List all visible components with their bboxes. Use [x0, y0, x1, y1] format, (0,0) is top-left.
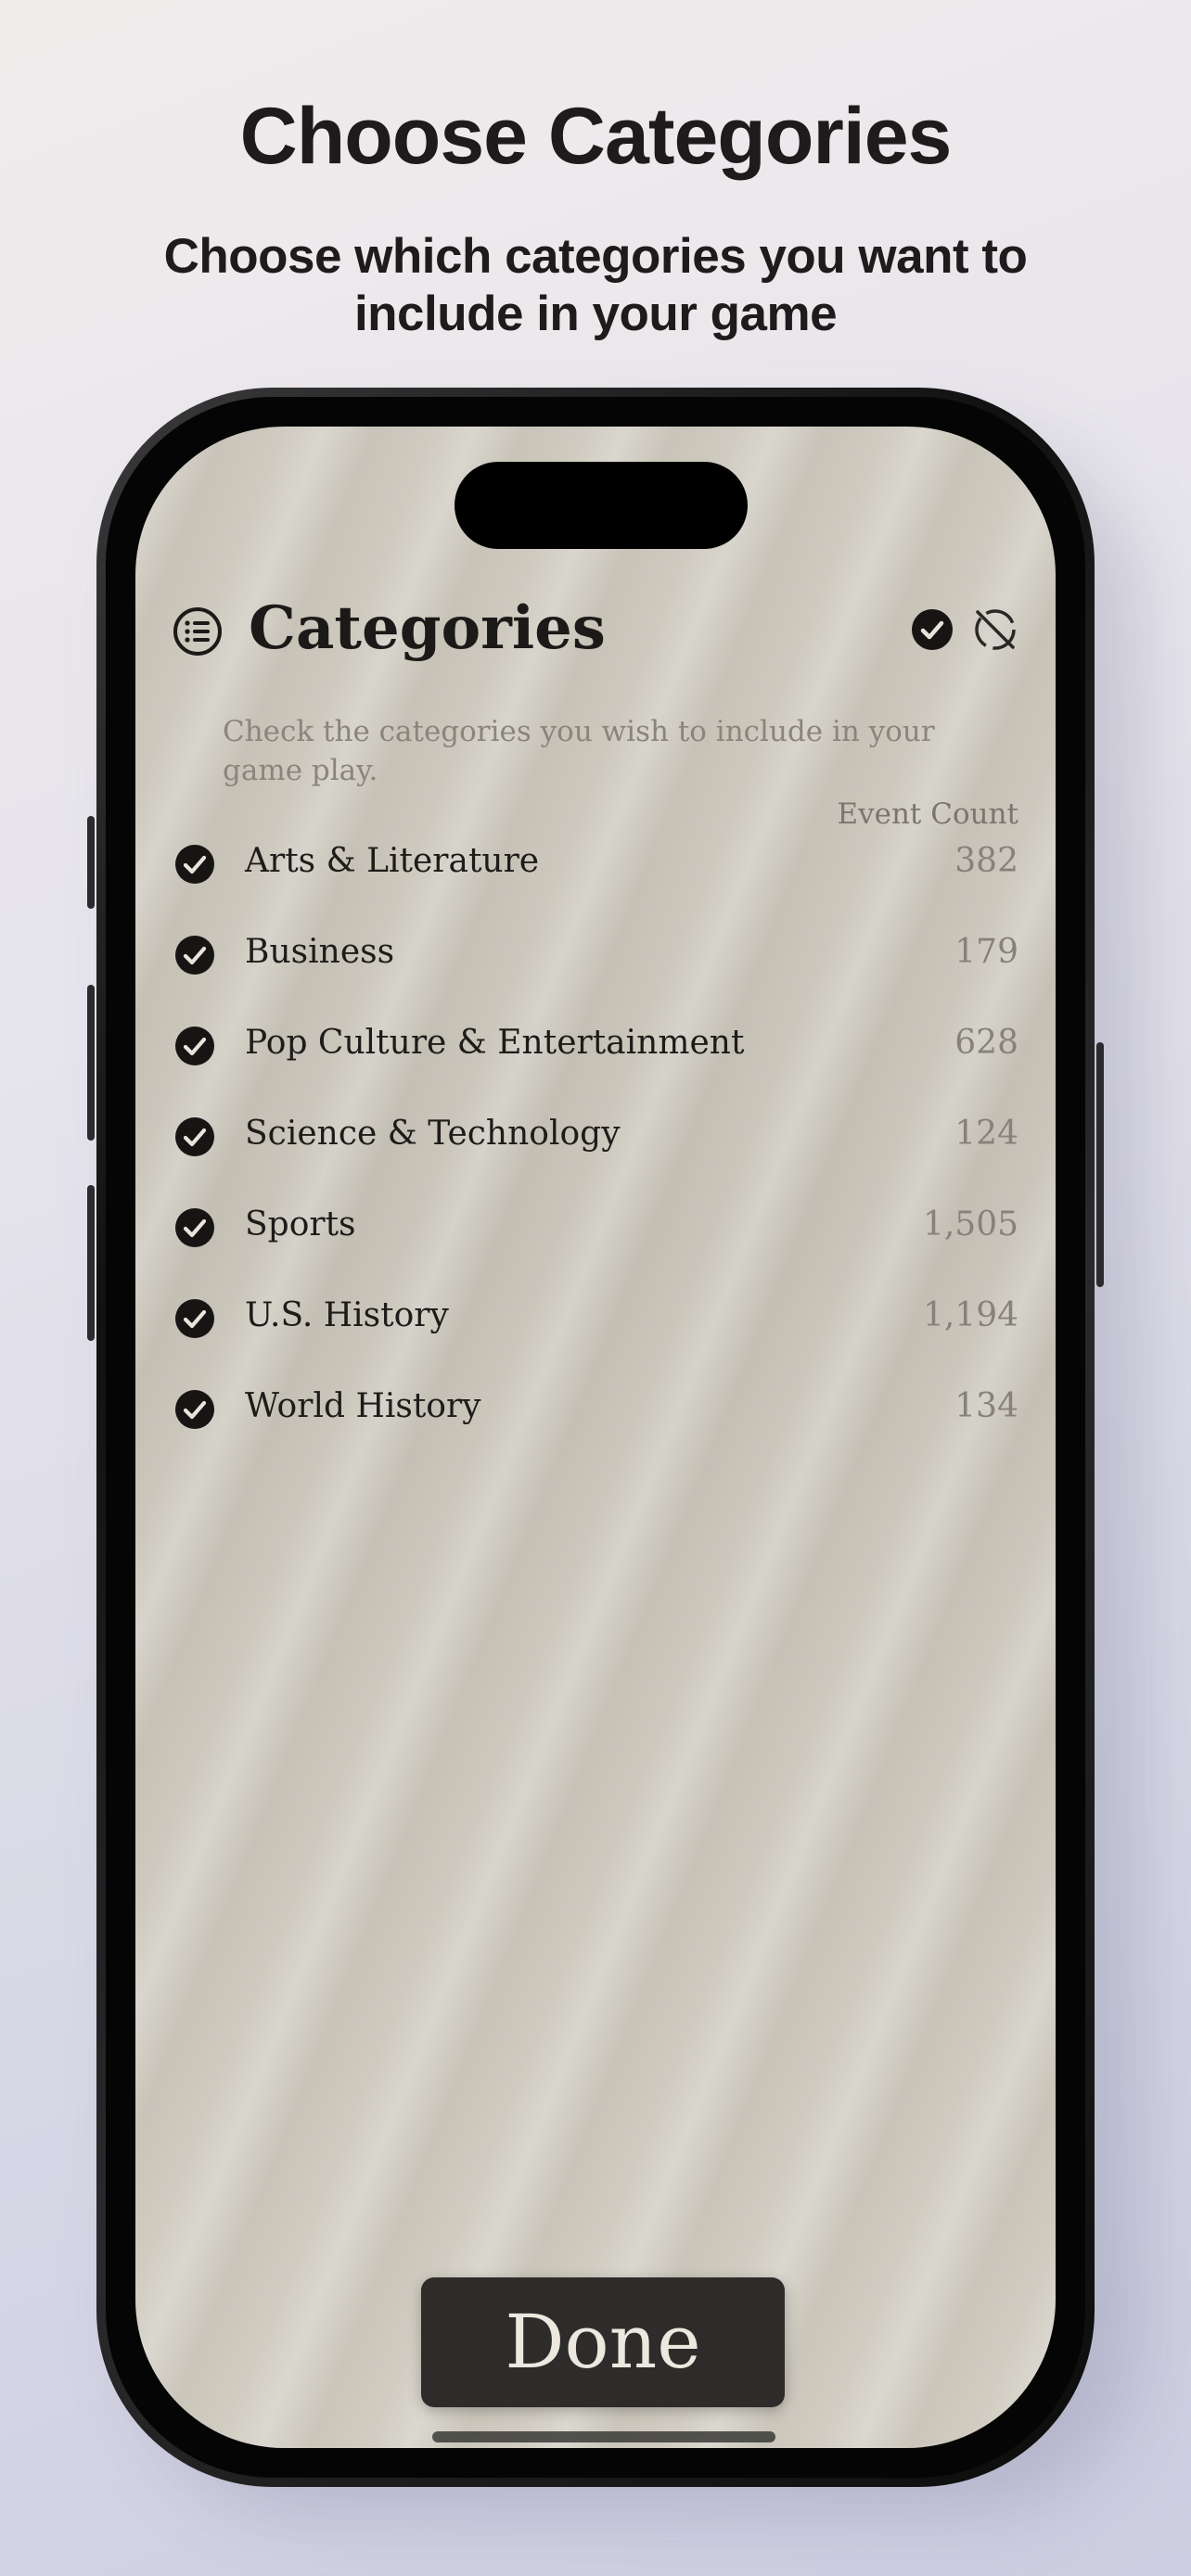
category-row[interactable]: Arts & Literature 382: [174, 827, 1018, 901]
deselect-all-slash-icon[interactable]: [972, 606, 1018, 653]
category-count: 1,505: [922, 1205, 1018, 1243]
category-row[interactable]: Business 179: [174, 918, 1018, 992]
category-count: 382: [954, 842, 1018, 880]
checkmark-circle-icon[interactable]: [174, 844, 215, 885]
category-row[interactable]: U.S. History 1,194: [174, 1282, 1018, 1356]
list-icon[interactable]: [173, 606, 223, 657]
category-row[interactable]: Sports 1,505: [174, 1191, 1018, 1265]
category-label: Pop Culture & Entertainment: [245, 1024, 745, 1062]
done-button[interactable]: Done: [421, 2277, 785, 2407]
nav-bar: Categories: [173, 593, 1018, 677]
instructions-text: Check the categories you wish to include…: [223, 715, 935, 787]
action-button: [87, 816, 95, 909]
checkmark-circle-icon[interactable]: [174, 1116, 215, 1157]
checkmark-circle-icon[interactable]: [174, 1298, 215, 1339]
category-count: 124: [954, 1115, 1018, 1153]
checkmark-circle-icon[interactable]: [174, 1026, 215, 1066]
category-label: Science & Technology: [245, 1115, 621, 1153]
dynamic-island: [455, 462, 748, 549]
category-row[interactable]: World History 134: [174, 1372, 1018, 1447]
category-label: Sports: [245, 1205, 356, 1243]
app-screen: Categories Check the categories you wish…: [135, 427, 1056, 2448]
select-all-checkmark-icon[interactable]: [911, 608, 954, 651]
category-label: Business: [245, 933, 395, 971]
home-indicator[interactable]: [432, 2431, 775, 2442]
checkmark-circle-icon[interactable]: [174, 935, 215, 976]
page-title: Categories: [249, 593, 606, 663]
category-row[interactable]: Science & Technology 124: [174, 1100, 1018, 1174]
checkmark-circle-icon[interactable]: [174, 1207, 215, 1248]
category-label: Arts & Literature: [245, 842, 540, 880]
category-count: 1,194: [922, 1296, 1018, 1334]
category-label: World History: [245, 1387, 481, 1425]
phone-frame: Categories Check the categories you wish…: [87, 388, 1104, 2487]
category-count: 134: [954, 1387, 1018, 1425]
checkmark-circle-icon[interactable]: [174, 1389, 215, 1430]
volume-down-button: [87, 1185, 95, 1341]
event-count-header: Event Count: [837, 797, 1018, 831]
phone-bezel: Categories Check the categories you wish…: [106, 397, 1085, 2478]
power-button: [1096, 1042, 1104, 1287]
promo-subheadline: Choose which categories you want to incl…: [163, 229, 1028, 341]
promo-headline: Choose Categories: [239, 92, 953, 181]
category-row[interactable]: Pop Culture & Entertainment 628: [174, 1009, 1018, 1083]
category-label: U.S. History: [245, 1296, 449, 1334]
volume-up-button: [87, 985, 95, 1141]
category-count: 179: [954, 933, 1018, 971]
category-count: 628: [954, 1024, 1018, 1062]
